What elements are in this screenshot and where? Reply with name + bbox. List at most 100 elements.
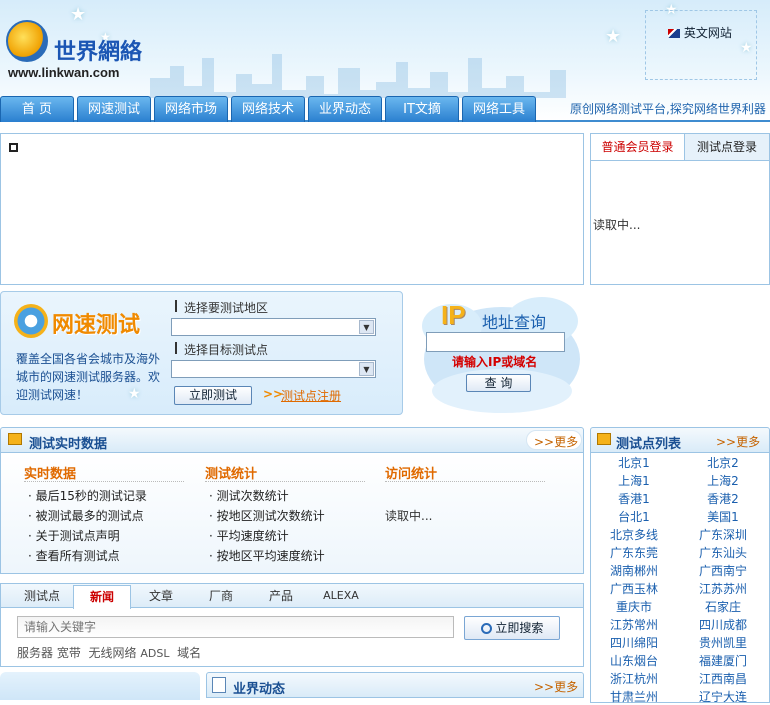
test-point-link[interactable]: 甘肃兰州 [599,688,669,705]
realtime-link[interactable]: · 最后15秒的测试记录 [28,487,147,504]
search-input[interactable] [17,616,454,638]
test-point-link[interactable]: 广西玉林 [599,580,669,597]
test-point-link[interactable]: 江西南昌 [688,670,758,687]
target-select[interactable]: ▼ [171,360,376,378]
chevron-down-icon: ▼ [359,320,374,334]
region-label: 选择要测试地区 [184,301,269,315]
test-point-link[interactable]: 北京1 [599,454,669,471]
hot-keyword[interactable]: 无线网络 [89,646,137,660]
hot-keyword[interactable]: 宽带 [57,646,81,660]
hot-keyword[interactable]: 服务器 [17,646,53,660]
test-point-link[interactable]: 北京多线 [599,526,669,543]
bottom-left-banner [0,672,200,700]
register-link[interactable]: 测试点注册 [281,387,341,404]
test-point-link[interactable]: 四川成都 [688,616,758,633]
test-point-link[interactable]: 广西南宁 [688,562,758,579]
folder-icon [8,433,22,445]
english-site-link[interactable]: 英文网站 [668,24,732,41]
industry-more-link[interactable]: >>更多 [534,678,578,695]
logo-url: www.linkwan.com [8,65,120,80]
logo-icon[interactable] [6,20,48,62]
hot-keyword[interactable]: ADSL [140,647,169,660]
realtime-link[interactable]: · 关于测试点声明 [28,527,120,544]
nav-tab-tools[interactable]: 网络工具 [462,96,536,122]
speed-test-title: 网速测试 [52,313,141,338]
test-point-link[interactable]: 辽宁大连 [688,688,758,705]
test-point-link[interactable]: 上海1 [599,472,669,489]
test-point-link[interactable]: 浙江杭州 [599,670,669,687]
test-point-link[interactable]: 美国1 [688,508,758,525]
search-tab-vendor[interactable]: 厂商 [198,588,244,604]
logo-text[interactable]: 世界網絡 [54,34,142,66]
document-icon [212,677,226,693]
flash-placeholder [0,133,584,285]
hot-keywords: 服务器 宽带 无线网络 ADSL 域名 [17,644,201,661]
region-select[interactable]: ▼ [171,318,376,336]
speed-gauge-icon [14,304,48,338]
test-point-link[interactable]: 北京2 [688,454,758,471]
test-point-link[interactable]: 台北1 [599,508,669,525]
nav-tab-home[interactable]: 首 页 [0,96,74,122]
nav-tab-speedtest[interactable]: 网速测试 [77,96,151,122]
star-decoration: ★ [128,386,141,402]
tab-member-login[interactable]: 普通会员登录 [591,134,685,160]
stats-link[interactable]: · 测试次数统计 [209,487,289,504]
ip-hint: 请输入IP或域名 [452,355,538,369]
test-point-link[interactable]: 香港2 [688,490,758,507]
speed-test-desc: 覆盖全国各省会城市及海外城市的网速测试服务器。欢迎测试网速！ [16,352,161,402]
test-point-link[interactable]: 广东深圳 [688,526,758,543]
stats-link[interactable]: · 平均速度统计 [209,527,289,544]
search-tab-news[interactable]: 新闻 [73,585,131,609]
realtime-link[interactable]: · 被测试最多的测试点 [28,507,144,524]
test-point-link[interactable]: 江苏苏州 [688,580,758,597]
nav-tab-market[interactable]: 网络市场 [154,96,228,122]
test-point-link[interactable]: 香港1 [599,490,669,507]
divider [24,481,184,482]
search-tab-testpoint[interactable]: 测试点 [14,588,70,604]
test-point-link[interactable]: 江苏常州 [599,616,669,633]
search-tab-product[interactable]: 产品 [258,588,304,604]
realtime-col3-head: 访问统计 [385,467,438,482]
test-point-link[interactable]: 四川绵阳 [599,634,669,651]
divider [205,481,365,482]
slogan: 原创网络测试平台,探究网络世界利器 [570,102,766,116]
test-point-link[interactable]: 上海2 [688,472,758,489]
points-more-link[interactable]: >>更多 [716,433,760,450]
search-tab-alexa[interactable]: ALEXA [318,588,364,604]
test-point-link[interactable]: 石家庄 [688,598,758,615]
star-decoration: ★ [70,4,87,25]
nav-tab-it-digest[interactable]: IT文摘 [385,96,459,122]
hot-keyword[interactable]: 域名 [177,646,201,660]
test-point-link[interactable]: 广东汕头 [688,544,758,561]
stats-link[interactable]: · 按地区平均速度统计 [209,547,325,564]
test-point-link[interactable]: 贵州凯里 [688,634,758,651]
test-point-link[interactable]: 福建厦门 [688,652,758,669]
ip-query-button[interactable]: 查 询 [466,374,531,392]
star-decoration: ★ [605,26,622,47]
nav-tab-industry[interactable]: 业界动态 [308,96,382,122]
nav-tab-tech[interactable]: 网络技术 [231,96,305,122]
search-button[interactable]: 立即搜索 [464,616,560,640]
test-point-link[interactable]: 重庆市 [599,598,669,615]
realtime-col1-head: 实时数据 [24,467,77,482]
realtime-title: 测试实时数据 [29,437,108,452]
search-tab-article[interactable]: 文章 [138,588,184,604]
stats-link[interactable]: · 按地区测试次数统计 [209,507,325,524]
test-point-link[interactable]: 湖南郴州 [599,562,669,579]
search-icon [480,623,492,634]
industry-title: 业界动态 [233,682,286,697]
broken-plugin-icon [9,143,18,152]
tab-testpoint-login[interactable]: 测试点登录 [685,134,769,160]
ip-input[interactable] [426,332,565,352]
points-title: 测试点列表 [616,437,682,452]
chevron-down-icon: ▼ [359,362,374,376]
realtime-more-link[interactable]: >>更多 [534,433,578,450]
test-point-link[interactable]: 山东烟台 [599,652,669,669]
realtime-link[interactable]: · 查看所有测试点 [28,547,120,564]
target-label: 选择目标测试点 [184,343,269,357]
label-bar [175,342,177,354]
ip-title-rest: 地址查询 [482,313,547,332]
test-point-link[interactable]: 广东东莞 [599,544,669,561]
realtime-col2-head: 测试统计 [205,467,258,482]
test-now-button[interactable]: 立即测试 [174,386,252,405]
